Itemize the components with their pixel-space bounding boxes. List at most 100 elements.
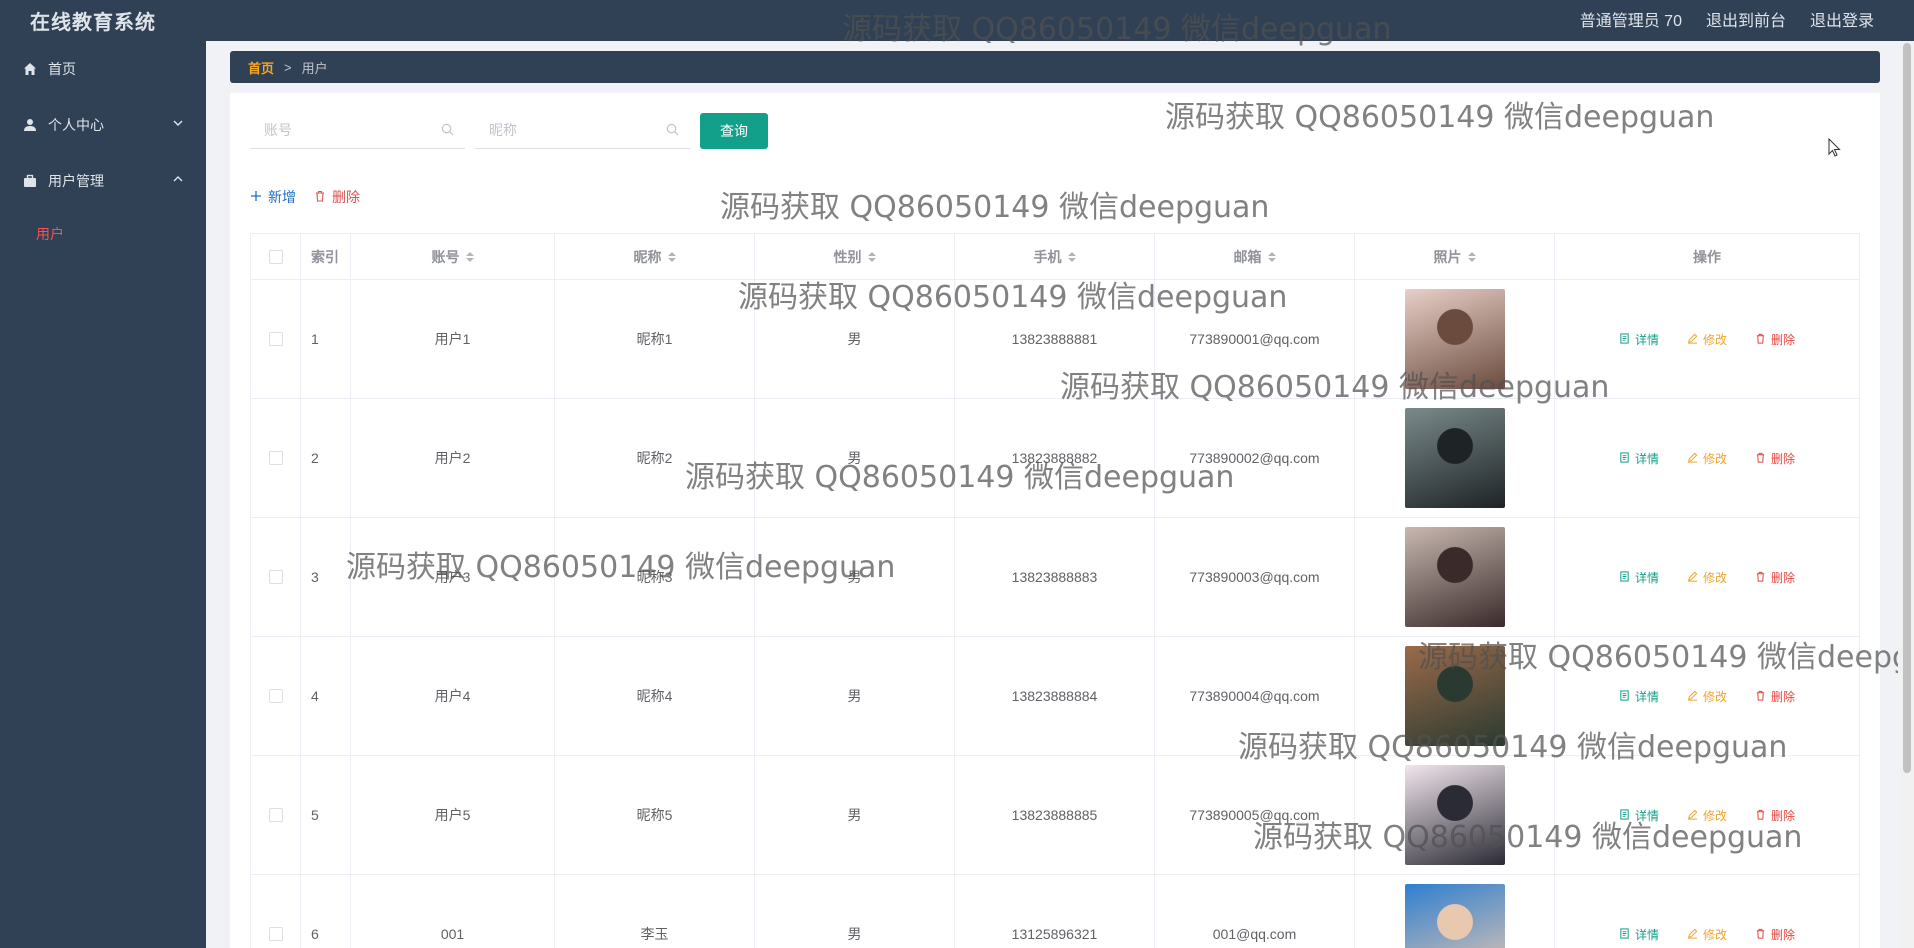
top-bar: 在线教育系统 普通管理员 70 退出到前台 退出登录 xyxy=(0,0,1914,41)
page-scrollbar[interactable] xyxy=(1900,41,1914,948)
scrollbar-thumb[interactable] xyxy=(1903,43,1911,773)
cell-account: 用户4 xyxy=(351,637,555,755)
edit-button[interactable]: 修改 xyxy=(1687,331,1727,348)
breadcrumb-separator: > xyxy=(284,59,292,75)
sidebar-item-user-management[interactable]: 用户管理 xyxy=(0,153,206,209)
cell-index: 5 xyxy=(301,756,351,874)
row-delete-button[interactable]: 删除 xyxy=(1755,569,1795,586)
cell-index: 4 xyxy=(301,637,351,755)
header-email[interactable]: 邮箱 xyxy=(1155,234,1355,279)
cell-phone: 13823888885 xyxy=(955,756,1155,874)
row-checkbox[interactable] xyxy=(268,570,283,584)
sort-icon[interactable] xyxy=(1467,251,1476,262)
table-row: 6 001 李玉 男 13125896321 001@qq.com 详情 修改 … xyxy=(251,875,1859,948)
user-photo[interactable] xyxy=(1404,527,1505,627)
to-front-link[interactable]: 退出到前台 xyxy=(1706,7,1786,31)
row-select xyxy=(251,756,301,874)
header-phone-label: 手机 xyxy=(1033,248,1062,265)
header-phone[interactable]: 手机 xyxy=(955,234,1155,279)
cell-account: 用户1 xyxy=(351,280,555,398)
table-row: 2 用户2 昵称2 男 13823888882 773890002@qq.com… xyxy=(251,399,1859,518)
pencil-icon xyxy=(1687,928,1699,940)
select-all-checkbox[interactable] xyxy=(268,249,283,264)
delete-button-label: 删除 xyxy=(332,189,360,205)
cell-account: 用户2 xyxy=(351,399,555,517)
detail-button[interactable]: 详情 xyxy=(1619,688,1659,705)
cell-ops: 详情 修改 删除 xyxy=(1555,756,1859,874)
row-delete-button-label: 删除 xyxy=(1771,332,1796,347)
search-icon xyxy=(666,123,680,137)
table-row: 3 用户3 昵称3 男 13823888883 773890003@qq.com… xyxy=(251,518,1859,637)
row-delete-button-label: 删除 xyxy=(1771,451,1796,466)
sort-icon[interactable] xyxy=(867,251,876,262)
trash-icon xyxy=(314,190,328,204)
row-delete-button[interactable]: 删除 xyxy=(1755,926,1795,943)
sort-icon[interactable] xyxy=(1067,251,1076,262)
sort-icon[interactable] xyxy=(1267,251,1276,262)
user-photo[interactable] xyxy=(1404,765,1505,865)
header-photo[interactable]: 照片 xyxy=(1355,234,1555,279)
trash-icon xyxy=(1755,928,1767,940)
sidebar-item-label: 个人中心 xyxy=(48,117,104,133)
row-checkbox[interactable] xyxy=(268,332,283,346)
header-account[interactable]: 账号 xyxy=(351,234,555,279)
row-checkbox[interactable] xyxy=(268,689,283,703)
edit-button[interactable]: 修改 xyxy=(1687,688,1727,705)
row-checkbox[interactable] xyxy=(268,451,283,465)
add-button[interactable]: 新增 xyxy=(250,183,296,211)
batch-delete-button[interactable]: 删除 xyxy=(314,183,360,211)
header-photo-label: 照片 xyxy=(1433,248,1462,265)
sidebar-subitem-users[interactable]: 用户 xyxy=(0,209,206,259)
breadcrumb-home[interactable]: 首页 xyxy=(248,58,274,77)
header-ops: 操作 xyxy=(1693,248,1721,265)
user-photo[interactable] xyxy=(1404,408,1505,508)
user-photo[interactable] xyxy=(1404,646,1505,746)
edit-button[interactable]: 修改 xyxy=(1687,569,1727,586)
cell-account: 用户5 xyxy=(351,756,555,874)
cell-photo xyxy=(1355,756,1555,874)
row-select xyxy=(251,280,301,398)
edit-button[interactable]: 修改 xyxy=(1687,450,1727,467)
query-button[interactable]: 查询 xyxy=(700,113,768,149)
detail-button[interactable]: 详情 xyxy=(1619,926,1659,943)
nickname-search-input[interactable] xyxy=(475,113,655,147)
cell-phone: 13125896321 xyxy=(955,875,1155,948)
top-right-links: 普通管理员 70 退出到前台 退出登录 xyxy=(1580,7,1874,31)
trash-icon xyxy=(1755,571,1767,583)
trash-icon xyxy=(1755,333,1767,345)
row-delete-button[interactable]: 删除 xyxy=(1755,807,1795,824)
edit-button[interactable]: 修改 xyxy=(1687,926,1727,943)
user-icon xyxy=(22,117,38,133)
breadcrumb-current: 用户 xyxy=(301,60,328,76)
detail-button[interactable]: 详情 xyxy=(1619,331,1659,348)
sidebar-item-profile[interactable]: 个人中心 xyxy=(0,97,206,153)
detail-button[interactable]: 详情 xyxy=(1619,807,1659,824)
cell-ops: 详情 修改 删除 xyxy=(1555,280,1859,398)
chevron-up-icon xyxy=(172,173,186,187)
user-photo[interactable] xyxy=(1404,289,1505,389)
logout-link[interactable]: 退出登录 xyxy=(1810,7,1874,31)
row-checkbox[interactable] xyxy=(268,927,283,941)
cell-email: 773890003@qq.com xyxy=(1155,518,1355,636)
account-search-input[interactable] xyxy=(250,113,430,147)
sort-icon[interactable] xyxy=(667,251,676,262)
header-nickname[interactable]: 昵称 xyxy=(555,234,755,279)
sidebar-item-home[interactable]: 首页 xyxy=(0,41,206,97)
user-photo[interactable] xyxy=(1404,884,1505,948)
cell-email: 001@qq.com xyxy=(1155,875,1355,948)
content-panel: 查询 新增 删除 索引 账号 昵称 性别 xyxy=(230,93,1880,948)
cell-phone: 13823888882 xyxy=(955,399,1155,517)
detail-button[interactable]: 详情 xyxy=(1619,450,1659,467)
sort-icon[interactable] xyxy=(465,251,474,262)
row-delete-button[interactable]: 删除 xyxy=(1755,450,1795,467)
edit-button[interactable]: 修改 xyxy=(1687,807,1727,824)
row-checkbox[interactable] xyxy=(268,808,283,822)
header-gender[interactable]: 性别 xyxy=(755,234,955,279)
cell-nickname: 昵称4 xyxy=(555,637,755,755)
cell-ops: 详情 修改 删除 xyxy=(1555,875,1859,948)
row-delete-button[interactable]: 删除 xyxy=(1755,688,1795,705)
detail-button[interactable]: 详情 xyxy=(1619,569,1659,586)
add-button-label: 新增 xyxy=(268,189,296,205)
cell-gender: 男 xyxy=(755,637,955,755)
row-delete-button[interactable]: 删除 xyxy=(1755,331,1795,348)
